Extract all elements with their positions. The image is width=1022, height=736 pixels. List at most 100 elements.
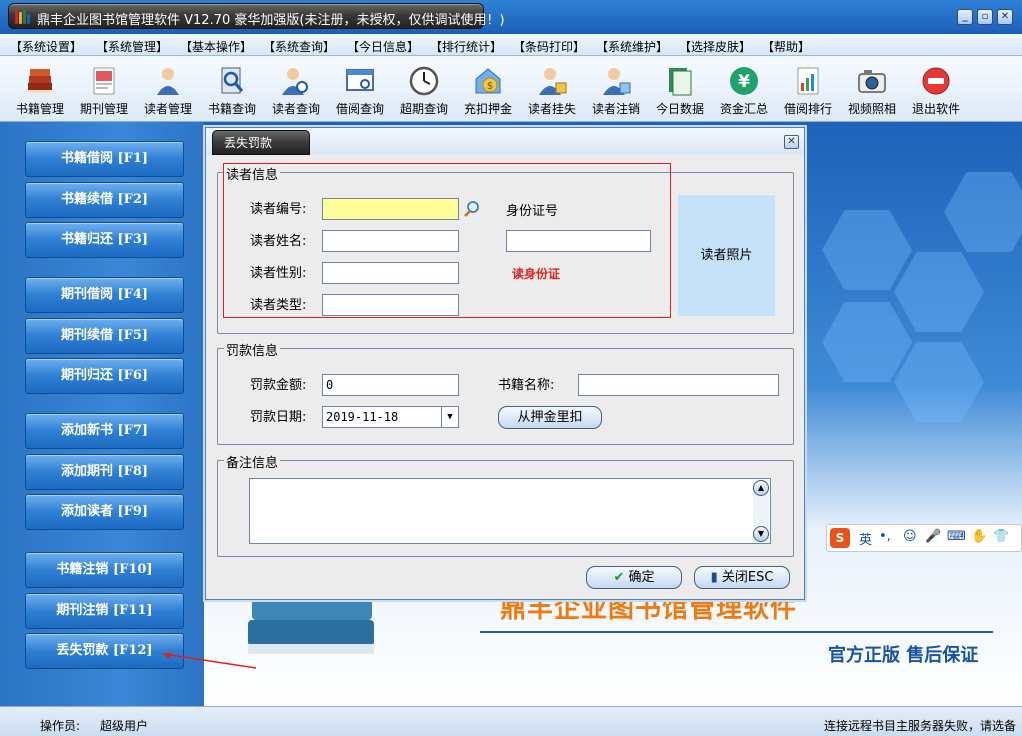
reader-cancel-icon: [603, 68, 631, 95]
side-book-return-button[interactable]: 书籍归还 [F3]: [25, 222, 184, 258]
menu-today-info[interactable]: 【今日信息】: [347, 38, 419, 55]
close-esc-button-label: 关闭ESC: [721, 570, 774, 585]
scroll-down-icon[interactable]: ▼: [753, 526, 769, 542]
book-search-icon: [221, 67, 244, 94]
tool-borrow-ranking[interactable]: 借阅排行: [776, 56, 840, 122]
fine-info-group: 罚款信息 罚款金额: 0 书籍名称: 罚款日期: 2019-11-18 ▼ 从押…: [217, 340, 794, 445]
status-bar: 操作员: 超级用户 连接远程书目主服务器失败，请选备: [0, 706, 1022, 736]
menu-system-maintain[interactable]: 【系统维护】: [596, 38, 668, 55]
side-periodical-cancel-button[interactable]: 期刊注销 [F11]: [25, 593, 184, 629]
chevron-down-icon[interactable]: ▼: [441, 407, 458, 427]
menu-bar: 【系统设置】 【系统管理】 【基本操作】 【系统查询】 【今日信息】 【排行统计…: [0, 34, 1022, 56]
svg-text:$: $: [487, 81, 493, 92]
door-exit-icon: ▮: [710, 570, 718, 585]
scroll-up-icon[interactable]: ▲: [753, 480, 769, 496]
keyboard-icon[interactable]: ⌨: [947, 529, 966, 544]
decor-hex: [822, 210, 912, 290]
remark-scrollbar[interactable]: ▲ ▼: [753, 480, 769, 542]
sidebar: 书籍借阅 [F1] 书籍续借 [F2] 书籍归还 [F3] 期刊借阅 [F4] …: [0, 122, 204, 706]
reader-icon: [157, 68, 179, 95]
book-name-label: 书籍名称:: [498, 378, 555, 393]
ok-button-label: 确定: [628, 570, 655, 585]
decor-hex: [894, 342, 984, 422]
remark-title: 备注信息: [224, 452, 281, 471]
minimize-icon[interactable]: _: [957, 9, 973, 25]
fine-date-label: 罚款日期:: [250, 410, 307, 425]
deduct-deposit-button[interactable]: 从押金里扣: [498, 406, 602, 429]
menu-skin[interactable]: 【选择皮肤】: [679, 38, 751, 55]
clock-icon: [409, 66, 439, 96]
tool-overdue-search[interactable]: 超期查询: [392, 56, 456, 122]
window-title: 鼎丰企业图书馆管理软件 V12.70 豪华加强版(未注册，未授权，仅供调试使用！…: [37, 13, 505, 28]
reader-lost-icon: [539, 68, 567, 95]
annotation-arrow: [162, 653, 257, 669]
tool-book-manage[interactable]: 书籍管理: [8, 56, 72, 122]
side-book-cancel-button[interactable]: 书籍注销 [F10]: [25, 552, 184, 588]
side-add-reader-button[interactable]: 添加读者 [F9]: [25, 494, 184, 530]
operator-value: 超级用户: [100, 719, 149, 733]
tool-today-data[interactable]: 今日数据: [648, 56, 712, 122]
check-icon: ✔: [613, 570, 625, 585]
emoji-icon[interactable]: ☺: [903, 529, 917, 544]
ime-tool-icon[interactable]: ✋: [971, 529, 987, 544]
fine-date-picker[interactable]: 2019-11-18 ▼: [322, 406, 459, 428]
dialog-title: 丢失罚款: [212, 130, 310, 155]
tool-magazine-manage[interactable]: 期刊管理: [72, 56, 136, 122]
tool-exit[interactable]: 退出软件: [904, 56, 968, 122]
tool-deposit[interactable]: $ 充扣押金: [456, 56, 520, 122]
reader-search-icon: [282, 68, 308, 95]
tool-book-search[interactable]: 书籍查询: [200, 56, 264, 122]
tool-video-photo[interactable]: 视频照相: [840, 56, 904, 122]
side-book-borrow-button[interactable]: 书籍借阅 [F1]: [25, 141, 184, 177]
slogan-text: 官方正版 售后保证: [828, 645, 979, 666]
camera-icon: [858, 70, 886, 93]
fine-date-value: 2019-11-18: [326, 410, 399, 424]
skin-icon[interactable]: 👕: [993, 529, 1009, 544]
fine-amount-label: 罚款金额:: [250, 378, 307, 393]
tool-borrow-search[interactable]: 借阅查询: [328, 56, 392, 122]
exit-icon: [922, 67, 950, 95]
side-periodical-renew-button[interactable]: 期刊续借 [F5]: [25, 318, 184, 354]
ok-button[interactable]: ✔ 确定: [586, 566, 682, 589]
menu-system-settings[interactable]: 【系统设置】: [10, 38, 82, 55]
side-book-renew-button[interactable]: 书籍续借 [F2]: [25, 182, 184, 218]
tool-reader-manage[interactable]: 读者管理: [136, 56, 200, 122]
menu-basic-ops[interactable]: 【基本操作】: [180, 38, 252, 55]
tool-reader-search[interactable]: 读者查询: [264, 56, 328, 122]
ime-lang[interactable]: 英: [859, 529, 872, 548]
tool-reader-lost[interactable]: 读者挂失: [520, 56, 584, 122]
toolbar: 书籍管理 期刊管理 读者管理 书籍查询 读者查询 借阅查询 超期查询 $ 充扣押…: [0, 56, 1022, 122]
reader-photo: 读者照片: [678, 195, 775, 316]
side-add-book-button[interactable]: 添加新书 [F7]: [25, 413, 184, 449]
menu-barcode-print[interactable]: 【条码打印】: [513, 38, 585, 55]
side-add-periodical-button[interactable]: 添加期刊 [F8]: [25, 454, 184, 490]
punct-icon[interactable]: •,: [879, 529, 891, 544]
side-periodical-return-button[interactable]: 期刊归还 [F6]: [25, 358, 184, 394]
close-icon[interactable]: ✕: [997, 9, 1013, 25]
tool-reader-cancel[interactable]: 读者注销: [584, 56, 648, 122]
magazine-icon: [93, 67, 115, 95]
menu-help[interactable]: 【帮助】: [762, 38, 810, 55]
menu-ranking[interactable]: 【排行统计】: [430, 38, 502, 55]
operator-label: 操作员:: [40, 719, 81, 733]
book-name-field[interactable]: [578, 374, 779, 396]
lost-fine-dialog: 丢失罚款 ✕ 读者信息 读者编号: 读者姓名: 读者性别: 读者类型: 身份证号…: [205, 127, 805, 600]
title-pill: 鼎丰企业图书馆管理软件 V12.70 豪华加强版(未注册，未授权，仅供调试使用！…: [8, 3, 505, 29]
ime-toolbar[interactable]: S 英 •, ☺ 🎤 ⌨ ✋ 👕: [826, 524, 1022, 552]
restore-icon[interactable]: ▫: [977, 9, 993, 25]
decor-hex: [822, 302, 912, 382]
remark-textarea[interactable]: [249, 478, 771, 544]
mic-icon[interactable]: 🎤: [925, 529, 941, 544]
side-periodical-borrow-button[interactable]: 期刊借阅 [F4]: [25, 277, 184, 313]
today-data-icon: [669, 68, 692, 96]
menu-system-query[interactable]: 【系统查询】: [263, 38, 335, 55]
dialog-close-icon[interactable]: ✕: [784, 135, 799, 149]
yen-icon: ¥: [730, 67, 758, 95]
highlight-box: [223, 163, 671, 318]
tool-fund-summary[interactable]: ¥ 资金汇总: [712, 56, 776, 122]
menu-system-manage[interactable]: 【系统管理】: [96, 38, 168, 55]
books-icon: [28, 69, 52, 93]
close-esc-button[interactable]: ▮ 关闭ESC: [694, 566, 790, 589]
remark-group: 备注信息 ▲ ▼: [217, 452, 794, 557]
fine-amount-field[interactable]: 0: [322, 374, 459, 396]
